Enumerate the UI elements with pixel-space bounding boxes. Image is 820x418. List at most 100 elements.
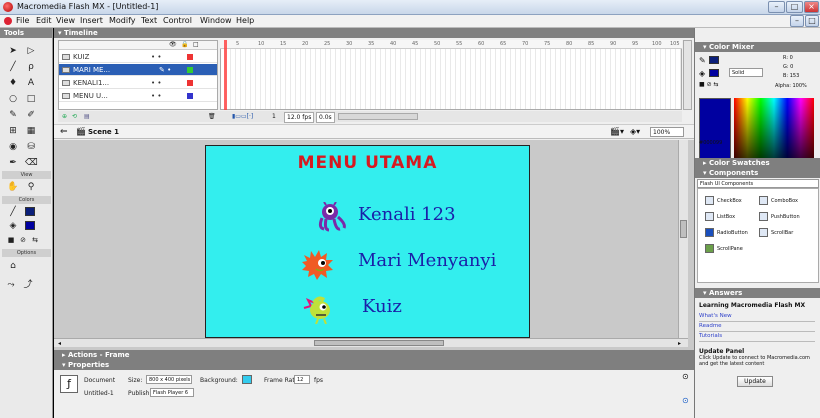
menu-text[interactable]: Text (141, 16, 157, 25)
mixer-swap-icons[interactable]: ■ ⊘ ⇆ (699, 81, 719, 88)
no-color-icon[interactable]: ⊘ (17, 234, 29, 246)
menu-item-mari-menyanyi[interactable]: Mari Menyanyi (358, 250, 496, 271)
readme-link[interactable]: Readme (699, 323, 815, 332)
hscroll-thumb[interactable] (314, 340, 444, 346)
accessibility-icon[interactable]: ⊙ (682, 396, 689, 405)
component-checkbox[interactable]: CheckBox (717, 198, 742, 204)
mixer-fill-swatch[interactable] (709, 69, 719, 77)
paint-bucket-tool-icon[interactable]: ⛁ (25, 141, 37, 153)
fill-transform-tool-icon[interactable]: ▦ (25, 125, 37, 137)
whats-new-link[interactable]: What's New (699, 313, 815, 322)
eraser-tool-icon[interactable]: ⌫ (25, 157, 38, 169)
listbox-component-icon[interactable] (705, 212, 714, 221)
eyedropper-tool-icon[interactable]: ✒ (7, 157, 19, 169)
color-mixer-header[interactable]: ▾ Color Mixer (695, 42, 820, 52)
menu-item-kenali-123[interactable]: Kenali 123 (358, 204, 456, 225)
oval-tool-icon[interactable]: ○ (7, 93, 19, 105)
stroke-swatch[interactable] (25, 207, 35, 216)
scrollbar-component-icon[interactable] (759, 228, 768, 237)
line-tool-icon[interactable]: ╱ (7, 61, 19, 73)
layer-row[interactable]: KUIZ • • (59, 51, 217, 63)
frames-hscroll[interactable] (338, 113, 418, 120)
doc-minimize-button[interactable]: – (790, 15, 804, 27)
menu-file[interactable]: File (16, 16, 29, 25)
component-scrollbar[interactable]: ScrollBar (771, 230, 793, 236)
frame-rate-input[interactable]: 12 (294, 375, 310, 384)
stage-vertical-scrollbar[interactable] (678, 140, 688, 338)
mixer-alpha-value[interactable]: Alpha: 100% (775, 83, 807, 89)
properties-header[interactable]: ▾ Properties (54, 360, 694, 370)
layer-row-selected[interactable]: MARI ME... ✎ • (59, 64, 217, 76)
mixer-g-value[interactable]: G: 0 (783, 64, 793, 70)
fill-bucket-icon[interactable]: ◈ (699, 69, 705, 78)
fill-style-select[interactable]: Solid (729, 68, 763, 77)
menu-insert[interactable]: Insert (80, 16, 103, 25)
menu-help[interactable]: Help (236, 16, 254, 25)
scroll-left-icon[interactable]: ◂ (58, 340, 61, 347)
component-pushbutton[interactable]: PushButton (771, 214, 800, 220)
onion-skin-icons[interactable]: ▮▭▭[·] (232, 111, 253, 122)
menu-modify[interactable]: Modify (109, 16, 136, 25)
stage-horizontal-scrollbar[interactable]: ◂ ▸ (54, 338, 688, 347)
lasso-tool-icon[interactable]: ρ (25, 61, 37, 73)
update-button[interactable]: Update (737, 376, 773, 387)
edit-symbol-icon[interactable]: ◈▾ (630, 127, 640, 136)
menu-view[interactable]: View (56, 16, 75, 25)
layer-row[interactable]: KENALI1... • • (59, 77, 217, 89)
radiobutton-component-icon[interactable] (705, 228, 714, 237)
maximize-button[interactable]: □ (786, 1, 803, 13)
swap-colors-icon[interactable]: ⇆ (29, 234, 41, 246)
menu-window[interactable]: Window (200, 16, 232, 25)
mixer-b-value[interactable]: B: 153 (783, 73, 799, 79)
menu-edit[interactable]: Edit (36, 16, 52, 25)
scroll-right-icon[interactable]: ▸ (678, 340, 681, 347)
layer-row[interactable]: MENU U... • • (59, 90, 217, 102)
add-guide-icon[interactable]: ⟲ (72, 111, 77, 122)
menu-item-kuiz[interactable]: Kuiz (362, 296, 402, 317)
checkbox-component-icon[interactable] (705, 196, 714, 205)
snap-magnet-icon[interactable]: ⌂ (7, 260, 19, 272)
stroke-pencil-icon[interactable]: ✎ (699, 56, 706, 65)
mixer-hex-value[interactable]: #000099 (699, 140, 722, 146)
text-tool-icon[interactable]: A (25, 77, 37, 89)
timeline-scrollbar[interactable] (683, 40, 692, 110)
trash-icon[interactable]: 🗑 (208, 111, 216, 122)
folder-icon[interactable]: ▤ (84, 111, 90, 122)
component-scrollpane[interactable]: ScrollPane (717, 246, 743, 252)
combobox-component-icon[interactable] (759, 196, 768, 205)
color-swatches-header[interactable]: ▸ Color Swatches (695, 158, 820, 168)
publish-settings-button[interactable]: Flash Player 6 (150, 388, 194, 397)
component-radiobutton[interactable]: RadioButton (717, 230, 748, 236)
zoom-select[interactable]: 100% (650, 127, 684, 137)
component-listbox[interactable]: ListBox (717, 214, 735, 220)
background-swatch[interactable] (242, 375, 252, 384)
actions-panel-header[interactable]: ▸ Actions - Frame (54, 350, 694, 360)
add-layer-icon[interactable]: ⊕ (62, 111, 67, 122)
vscroll-thumb[interactable] (680, 220, 687, 238)
arrow-tool-icon[interactable]: ➤ (7, 45, 19, 57)
back-arrow-icon[interactable]: ⇐ (60, 127, 68, 137)
orange-monster-icon[interactable] (302, 250, 334, 280)
outline-icon[interactable]: □ (193, 41, 199, 48)
pencil-tool-icon[interactable]: ✎ (7, 109, 19, 121)
size-button[interactable]: 800 x 400 pixels (146, 375, 192, 384)
hand-tool-icon[interactable]: ✋ (7, 181, 19, 193)
doc-restore-button[interactable]: □ (805, 15, 819, 27)
purple-monster-icon[interactable] (316, 202, 348, 232)
components-set-select[interactable]: Flash UI Components (697, 179, 819, 188)
free-transform-tool-icon[interactable]: ⊞ (7, 125, 19, 137)
rectangle-tool-icon[interactable]: □ (25, 93, 37, 105)
stage[interactable]: MENU UTAMA Kenali 123 Mari Menyanyi Kuiz (205, 145, 530, 338)
fill-color-icon[interactable]: ◈ (7, 220, 19, 232)
minimize-button[interactable]: – (768, 1, 785, 13)
scrollpane-component-icon[interactable] (705, 244, 714, 253)
edit-scene-icon[interactable]: 🎬▾ (610, 127, 624, 136)
playhead[interactable] (224, 40, 227, 110)
fill-swatch[interactable] (25, 221, 35, 230)
answers-header[interactable]: ▾ Answers (695, 288, 820, 298)
frames-grid[interactable] (220, 40, 682, 110)
green-monster-icon[interactable] (302, 294, 334, 324)
default-colors-icon[interactable]: ■ (5, 234, 17, 246)
component-combobox[interactable]: ComboBox (771, 198, 798, 204)
menu-control[interactable]: Control (163, 16, 192, 25)
